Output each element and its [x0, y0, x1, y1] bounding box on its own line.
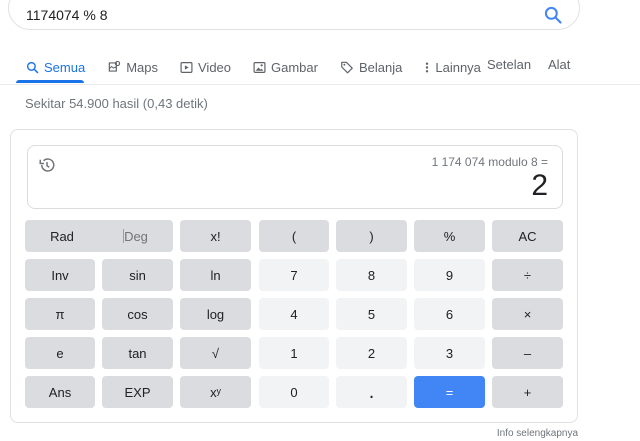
plus-button[interactable]: +	[492, 376, 563, 408]
euler-button[interactable]: e	[25, 337, 95, 369]
digit-9-button[interactable]: 9	[414, 259, 485, 291]
tab-label: Semua	[44, 59, 86, 75]
tab-maps[interactable]: Maps	[107, 55, 158, 79]
decimal-point-button[interactable]: .	[336, 376, 407, 408]
rad-deg-toggle[interactable]: Rad Deg	[25, 220, 173, 252]
close-paren-button[interactable]: )	[336, 220, 407, 252]
tab-video[interactable]: Video	[180, 55, 231, 79]
active-tab-indicator	[16, 80, 84, 83]
tab-belanja[interactable]: Belanja	[340, 55, 402, 79]
equals-button[interactable]: =	[414, 376, 485, 408]
digit-6-button[interactable]: 6	[414, 298, 485, 330]
ln-button[interactable]: ln	[180, 259, 251, 291]
ans-button[interactable]: Ans	[25, 376, 95, 408]
digit-7-button[interactable]: 7	[259, 259, 329, 291]
pi-button[interactable]: π	[25, 298, 95, 330]
minus-button[interactable]: –	[492, 337, 563, 369]
tab-label: Gambar	[271, 59, 318, 75]
search-input[interactable]	[26, 4, 506, 26]
search-tabs: Semua Maps Video Gambar Belanja Lainnya	[26, 52, 503, 82]
calc-result: 2	[531, 169, 548, 202]
divide-button[interactable]: ÷	[492, 259, 563, 291]
settings-link[interactable]: Setelan	[487, 52, 531, 76]
history-icon[interactable]	[38, 156, 56, 174]
more-info-link[interactable]: Info selengkapnya	[497, 428, 578, 439]
tab-label: Belanja	[358, 59, 403, 75]
multiply-button[interactable]: ×	[492, 298, 563, 330]
tag-icon	[341, 61, 353, 74]
search-bar	[8, 0, 580, 30]
rad-button[interactable]: Rad	[25, 220, 99, 252]
digit-5-button[interactable]: 5	[336, 298, 407, 330]
tan-button[interactable]: tan	[102, 337, 173, 369]
sin-button[interactable]: sin	[102, 259, 173, 291]
tab-label: Video	[198, 59, 232, 75]
divider	[0, 84, 640, 85]
inverse-button[interactable]: Inv	[25, 259, 95, 291]
open-paren-button[interactable]: (	[259, 220, 329, 252]
calc-expression: 1 174 074 modulo 8 =	[431, 155, 548, 169]
tab-lainnya[interactable]: Lainnya	[424, 55, 481, 79]
image-icon	[253, 61, 266, 73]
digit-8-button[interactable]: 8	[336, 259, 407, 291]
sqrt-button[interactable]: √	[180, 337, 251, 369]
calculator-display: 1 174 074 modulo 8 = 2	[27, 145, 563, 209]
search-icon[interactable]	[543, 5, 563, 25]
tab-label: Lainnya	[435, 59, 481, 75]
map-icon	[108, 60, 121, 72]
tab-label: Maps	[126, 59, 158, 75]
percent-button[interactable]: %	[414, 220, 485, 252]
tab-gambar[interactable]: Gambar	[253, 55, 318, 79]
search-icon	[26, 61, 39, 73]
digit-0-button[interactable]: 0	[259, 376, 329, 408]
digit-4-button[interactable]: 4	[259, 298, 329, 330]
factorial-button[interactable]: x!	[180, 220, 251, 252]
digit-2-button[interactable]: 2	[336, 337, 407, 369]
exp-button[interactable]: EXP	[102, 376, 173, 408]
log-button[interactable]: log	[180, 298, 251, 330]
power-button[interactable]: xʸ	[180, 376, 251, 408]
tools-link[interactable]: Alat	[548, 52, 570, 76]
deg-button[interactable]: Deg	[99, 220, 173, 252]
digit-1-button[interactable]: 1	[259, 337, 329, 369]
tab-semua[interactable]: Semua	[26, 55, 85, 79]
digit-3-button[interactable]: 3	[414, 337, 485, 369]
all-clear-button[interactable]: AC	[492, 220, 563, 252]
cos-button[interactable]: cos	[102, 298, 173, 330]
video-icon	[180, 61, 193, 73]
more-vert-icon	[426, 62, 429, 72]
result-stats: Sekitar 54.900 hasil (0,43 detik)	[25, 96, 208, 111]
